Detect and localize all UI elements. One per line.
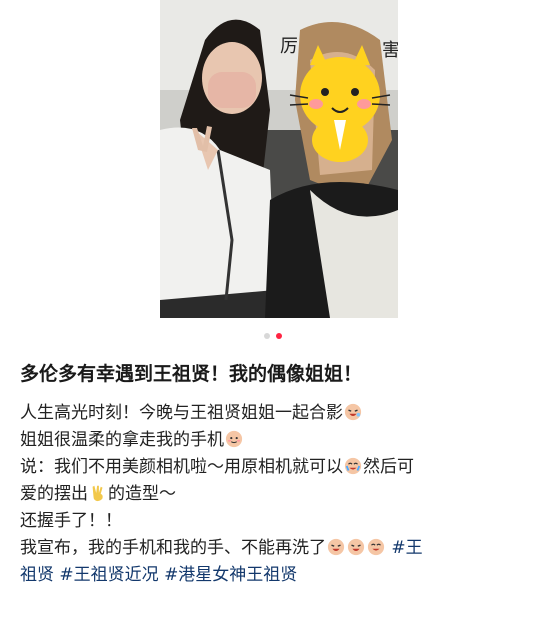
post-line: 说：我们不用美颜相机啦～用原相机就可以 然后可 [20,454,530,481]
overlay-text-left: 厉 [280,36,298,57]
post-line: 还握手了！！ [20,511,122,531]
post-line: 人生高光时刻！今晚与王祖贤姐姐一起合影 [20,400,530,427]
smiling-face-icon [225,430,243,448]
post-line: 爱的摆出 的造型～ [20,481,530,508]
post-text: 爱的摆出 [20,484,88,504]
laughing-face-icon [344,403,362,421]
overlay-text-right: 害 [382,40,398,61]
post-title: 多伦多有幸遇到王祖贤！我的偶像姐姐！ [20,363,363,385]
hashtag-link[interactable]: 祖贤 [20,565,54,585]
crying-laugh-face-icon [344,457,362,475]
photo-carousel[interactable]: 厉 害 [0,0,545,330]
carousel-indicator [0,333,545,341]
post-text: 的造型～ [108,484,176,504]
photo-illustration: 厉 害 [160,0,398,318]
hashtag-link[interactable]: #港星女神王祖贤 [164,565,297,585]
carousel-dot-active[interactable] [275,333,282,339]
post-photo[interactable]: 厉 害 [160,0,398,318]
post-line: 我宣布，我的手机和我的手、不能再洗了 #王 [20,535,530,562]
hashtag-link[interactable]: #王 [391,538,422,558]
hashtag-link[interactable]: #王祖贤近况 [59,565,158,585]
post-text: 说：我们不用美颜相机啦～用原相机就可以 [20,457,343,477]
crying-laugh-face-icon [367,538,385,556]
post-text: 人生高光时刻！今晚与王祖贤姐姐一起合影 [20,403,343,423]
post-content: 多伦多有幸遇到王祖贤！我的偶像姐姐！ 人生高光时刻！今晚与王祖贤姐姐一起合影 姐… [20,360,530,589]
post-line: 祖贤 #王祖贤近况 #港星女神王祖贤 [20,562,530,589]
carousel-dot[interactable] [263,333,270,339]
post-text: 然后可 [363,457,414,477]
laughing-face-icon [327,538,345,556]
post-text: 姐姐很温柔的拿走我的手机 [20,430,224,450]
post-line: 姐姐很温柔的拿走我的手机 [20,427,530,454]
victory-hand-icon [92,485,103,502]
laughing-face-icon [347,538,365,556]
post-text: 我宣布，我的手机和我的手、不能再洗了 [20,538,326,558]
